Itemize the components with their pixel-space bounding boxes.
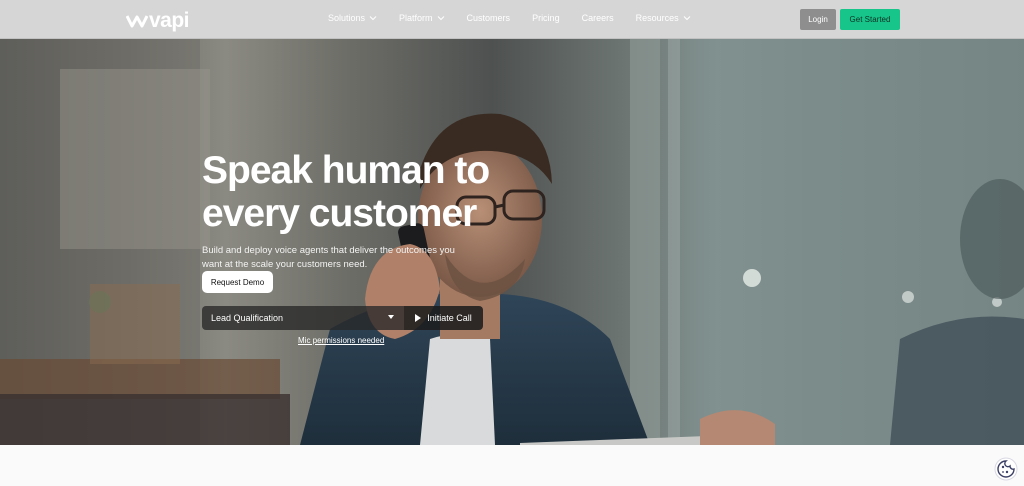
hero-subtitle: Build and deploy voice agents that deliv… <box>202 245 455 270</box>
vapi-wave-icon <box>126 15 148 28</box>
caret-down-icon <box>388 315 394 319</box>
menu-item-resources[interactable]: Resources <box>636 13 691 23</box>
main-menu: Solutions Platform Customers Pricing Car… <box>328 13 713 23</box>
initiate-call-button[interactable]: Initiate Call <box>404 306 483 330</box>
top-navbar: vapi Solutions Platform Customers Pricin… <box>0 0 1024 39</box>
hero-title-line-2: every customer <box>202 192 477 235</box>
menu-item-pricing[interactable]: Pricing <box>532 13 560 23</box>
hero-content: Speak human to every customer Build and … <box>202 149 562 272</box>
menu-item-label: Customers <box>466 13 511 23</box>
menu-item-customers[interactable]: Customers <box>467 13 511 23</box>
get-started-button[interactable]: Get Started <box>840 9 900 30</box>
menu-item-label: Resources <box>635 13 679 23</box>
menu-item-label: Pricing <box>532 13 560 23</box>
menu-item-careers[interactable]: Careers <box>582 13 614 23</box>
logo-text: vapi <box>149 9 190 32</box>
chevron-down-icon <box>369 16 377 21</box>
request-demo-button[interactable]: Request Demo <box>202 271 273 293</box>
login-button[interactable]: Login <box>800 9 836 30</box>
menu-item-label: Platform <box>399 13 433 23</box>
cookie-icon[interactable] <box>994 457 1018 481</box>
mic-permissions-link[interactable]: Mic permissions needed <box>298 336 384 345</box>
menu-item-platform[interactable]: Platform <box>399 13 445 23</box>
menu-item-label: Solutions <box>328 13 366 23</box>
vapi-logo[interactable]: vapi <box>126 9 190 33</box>
scenario-select-value: Lead Qualification <box>211 313 284 323</box>
hero-title: Speak human to every customer <box>202 149 562 235</box>
chevron-down-icon <box>437 16 444 21</box>
menu-item-solutions[interactable]: Solutions <box>328 13 377 23</box>
chevron-down-icon <box>683 16 690 21</box>
play-icon <box>415 314 422 322</box>
scenario-select[interactable]: Lead Qualification <box>202 306 404 330</box>
menu-item-label: Careers <box>581 13 614 23</box>
hero-title-line-1: Speak human to <box>202 149 490 192</box>
hero-section: Speak human to every customer Build and … <box>0 39 1024 445</box>
initiate-call-label: Initiate Call <box>427 313 472 323</box>
